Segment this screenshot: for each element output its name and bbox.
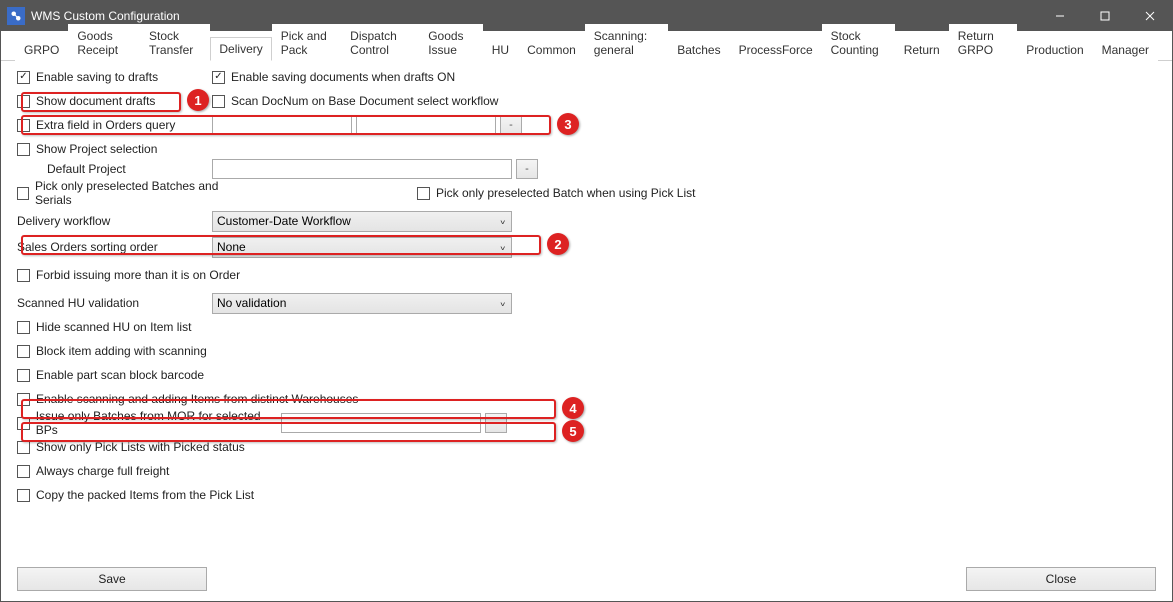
checkbox-icon (17, 369, 30, 382)
tab-processforce[interactable]: ProcessForce (730, 38, 822, 61)
checkbox-icon (17, 393, 30, 406)
enable-saving-drafts[interactable]: Enable saving to drafts (17, 70, 212, 84)
checkbox-icon (17, 345, 30, 358)
checkbox-icon (17, 71, 30, 84)
show-project-selection[interactable]: Show Project selection (17, 142, 212, 156)
app-icon (7, 7, 25, 25)
default-project-picker[interactable]: - (516, 159, 538, 179)
tabstrip: GRPO Goods Receipt Stock Transfer Delive… (1, 35, 1172, 61)
forbid-issuing[interactable]: Forbid issuing more than it is on Order (17, 268, 240, 282)
footer: Save Close (17, 567, 1156, 591)
checkbox-icon (17, 269, 30, 282)
default-project-label: Default Project (47, 162, 212, 176)
sales-orders-sorting-select[interactable]: None (212, 237, 512, 258)
config-window: WMS Custom Configuration GRPO Goods Rece… (0, 0, 1173, 602)
delivery-workflow-label: Delivery workflow (17, 214, 212, 228)
extra-field-orders[interactable]: Extra field in Orders query (17, 118, 212, 132)
checkbox-icon (212, 95, 225, 108)
tab-goods-issue[interactable]: Goods Issue (419, 24, 483, 61)
block-item-adding[interactable]: Block item adding with scanning (17, 344, 207, 358)
sales-orders-sorting-label: Sales Orders sorting order (17, 240, 212, 254)
save-button[interactable]: Save (17, 567, 207, 591)
checkbox-icon (17, 465, 30, 478)
always-charge-full-freight[interactable]: Always charge full freight (17, 464, 169, 478)
checkbox-icon (17, 95, 30, 108)
close-button[interactable]: Close (966, 567, 1156, 591)
window-controls (1037, 1, 1172, 31)
tab-hu[interactable]: HU (483, 38, 518, 61)
checkbox-icon (17, 143, 30, 156)
tab-dispatch-control[interactable]: Dispatch Control (341, 24, 419, 61)
enable-scanning-distinct[interactable]: Enable scanning and adding Items from di… (17, 392, 358, 406)
checkbox-icon (17, 187, 29, 200)
tab-delivery[interactable]: Delivery (210, 37, 271, 61)
show-document-drafts[interactable]: Show document drafts (17, 94, 212, 108)
tab-goods-receipt[interactable]: Goods Receipt (68, 24, 140, 61)
pick-preselected-batches[interactable]: Pick only preselected Batches and Serial… (17, 179, 237, 207)
scan-docnum[interactable]: Scan DocNum on Base Document select work… (212, 94, 498, 108)
delivery-panel: Enable saving to drafts Enable saving do… (17, 65, 1156, 551)
checkbox-icon (17, 489, 30, 502)
checkbox-icon (212, 71, 225, 84)
tab-scanning-general[interactable]: Scanning: general (585, 24, 668, 61)
default-project-input[interactable] (212, 159, 512, 179)
delivery-workflow-select[interactable]: Customer-Date Workflow (212, 211, 512, 232)
show-only-pick-lists[interactable]: Show only Pick Lists with Picked status (17, 440, 245, 454)
window-title: WMS Custom Configuration (31, 9, 180, 23)
extra-field-picker[interactable]: - (500, 115, 522, 135)
pick-preselected-batch-picklist[interactable]: Pick only preselected Batch when using P… (417, 186, 695, 200)
mor-bp-input[interactable] (281, 413, 481, 433)
scanned-hu-validation-label: Scanned HU validation (17, 296, 212, 310)
checkbox-icon (17, 321, 30, 334)
checkbox-icon (17, 119, 30, 132)
tab-production[interactable]: Production (1017, 38, 1092, 61)
checkbox-icon (17, 441, 30, 454)
checkbox-icon (17, 417, 30, 430)
copy-packed-items[interactable]: Copy the packed Items from the Pick List (17, 488, 254, 502)
tab-manager[interactable]: Manager (1093, 38, 1158, 61)
close-window-button[interactable] (1127, 1, 1172, 31)
issue-only-batches-mor[interactable]: Issue only Batches from MOR for selected… (17, 409, 281, 437)
tab-stock-transfer[interactable]: Stock Transfer (140, 24, 210, 61)
tab-common[interactable]: Common (518, 38, 585, 61)
maximize-button[interactable] (1082, 1, 1127, 31)
extra-field-1[interactable] (212, 115, 352, 135)
tab-pick-and-pack[interactable]: Pick and Pack (272, 24, 341, 61)
tab-return[interactable]: Return (895, 38, 949, 61)
extra-field-2[interactable] (356, 115, 496, 135)
tab-return-grpo[interactable]: Return GRPO (949, 24, 1018, 61)
enable-saving-documents[interactable]: Enable saving documents when drafts ON (212, 70, 455, 84)
enable-part-scan[interactable]: Enable part scan block barcode (17, 368, 204, 382)
checkbox-icon (417, 187, 430, 200)
minimize-button[interactable] (1037, 1, 1082, 31)
mor-bp-picker[interactable]: - (485, 413, 507, 433)
tab-batches[interactable]: Batches (668, 38, 729, 61)
scanned-hu-validation-select[interactable]: No validation (212, 293, 512, 314)
tab-grpo[interactable]: GRPO (15, 38, 68, 61)
hide-scanned-hu[interactable]: Hide scanned HU on Item list (17, 320, 191, 334)
tab-stock-counting[interactable]: Stock Counting (822, 24, 895, 61)
